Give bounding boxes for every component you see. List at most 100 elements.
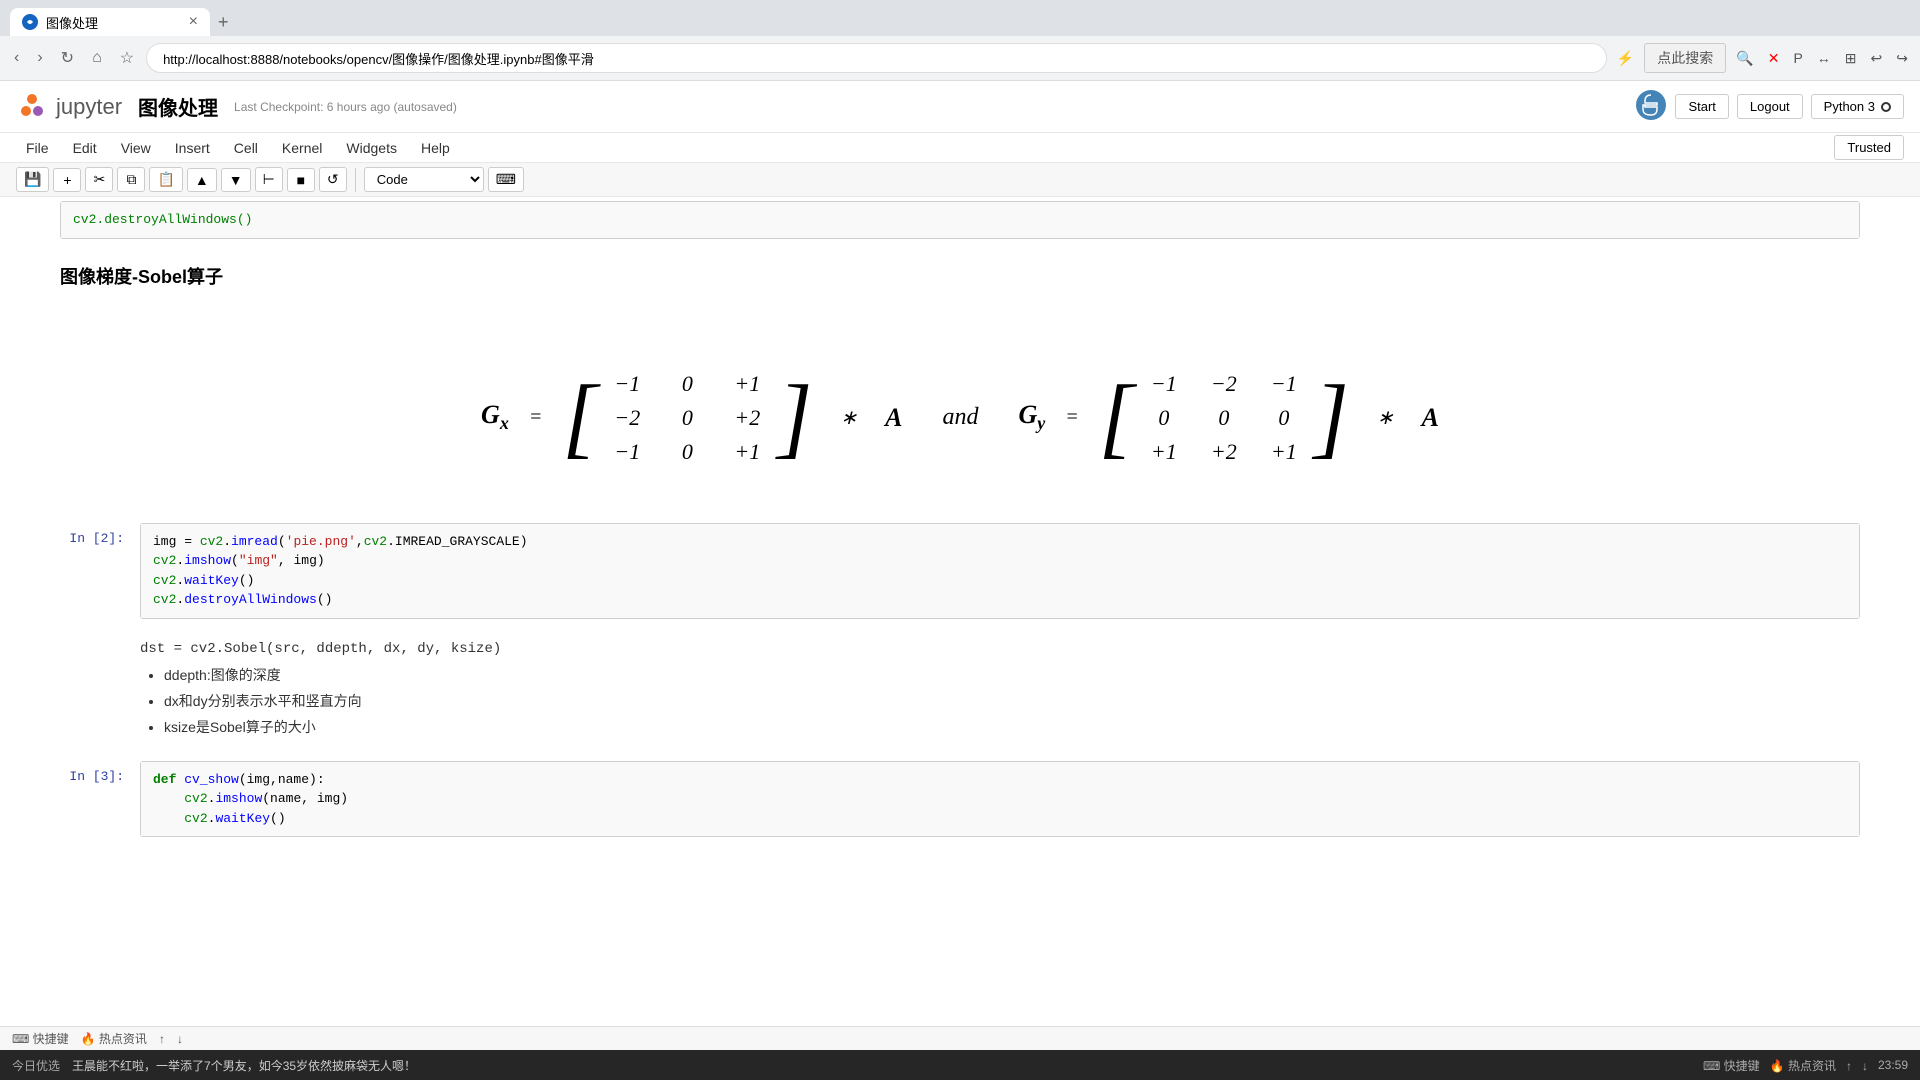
start-button[interactable]: Start <box>1675 94 1728 119</box>
menu-help[interactable]: Help <box>411 136 460 160</box>
pie-str: 'pie.png' <box>286 534 356 549</box>
down-arrow[interactable]: ↓ <box>177 1032 183 1046</box>
cut-btn[interactable]: ✂ <box>85 167 113 192</box>
times-1: ∗ <box>840 405 857 430</box>
sync-btn[interactable]: ↔ <box>1813 46 1835 70</box>
left-bracket-1: [ <box>562 382 597 454</box>
imshow-func: imshow <box>184 553 231 568</box>
logout-button[interactable]: Logout <box>1737 94 1803 119</box>
paren1: ( <box>278 534 286 549</box>
notif-right: ⌨ 快捷键 🔥 热点资讯 ↑ ↓ 23:59 <box>1703 1057 1908 1074</box>
gy-matrix-wrap: [ −1 −2 −1 0 0 0 +1 +2 +1 ] <box>1099 371 1349 465</box>
gy-21: +2 <box>1194 439 1254 465</box>
param-ddepth: ddepth:图像的深度 <box>164 665 1860 685</box>
cell2-body[interactable]: img = cv2.imread('pie.png',cv2.IMREAD_GR… <box>140 523 1860 619</box>
cell3-input[interactable]: def cv_show(img,name): cv2.imshow(name, … <box>141 762 1859 837</box>
move-down-btn[interactable]: ▼ <box>221 168 251 192</box>
menu-cell[interactable]: Cell <box>224 136 268 160</box>
status-text: ⌨ 快捷键 <box>12 1030 69 1047</box>
equals-1: = <box>529 406 543 429</box>
code-cell-3: In [3]: def cv_show(img,name): cv2.imsho… <box>0 761 1920 838</box>
address-bar[interactable]: http://localhost:8888/notebooks/opencv/图… <box>146 43 1607 73</box>
menu-view[interactable]: View <box>111 136 161 160</box>
right-bracket-2: ] <box>1314 382 1349 454</box>
param-dxdy: dx和dy分别表示水平和竖直方向 <box>164 691 1860 711</box>
forward-hist-btn[interactable]: ↪ <box>1892 46 1912 71</box>
cell2-input[interactable]: img = cv2.imread('pie.png',cv2.IMREAD_GR… <box>141 524 1859 618</box>
cell2-prompt: In [2]: <box>60 523 140 546</box>
save-btn[interactable]: 💾 <box>16 167 49 192</box>
gy-12: 0 <box>1254 405 1314 431</box>
toolbar-separator <box>355 168 356 192</box>
tab-close-btn[interactable]: × <box>189 13 198 31</box>
trusted-button[interactable]: Trusted <box>1834 135 1904 160</box>
menu-widgets[interactable]: Widgets <box>336 136 407 160</box>
python-logo-icon <box>1635 89 1667 121</box>
notebook-title[interactable]: 图像处理 <box>138 92 218 121</box>
forward-button[interactable]: › <box>31 45 48 71</box>
waitkey2-func: waitKey <box>215 811 270 826</box>
cv2-3: cv2 <box>153 553 176 568</box>
cv2-5: cv2 <box>153 592 176 607</box>
prev-code-text: cv2.destroyAllWindows() <box>73 212 252 227</box>
jupyter-logo-icon <box>16 91 48 123</box>
jupyter-status-bar: ⌨ 快捷键 🔥 热点资讯 ↑ ↓ <box>0 1026 1920 1050</box>
back-button[interactable]: ‹ <box>8 45 25 71</box>
hotspot-text: 🔥 热点资讯 <box>81 1030 147 1047</box>
stop-btn[interactable]: ■ <box>287 168 315 192</box>
right-bracket-1: ] <box>777 382 812 454</box>
reload-button[interactable]: ↻ <box>55 44 80 72</box>
notif-today: 今日优选 <box>12 1057 60 1074</box>
menu-file[interactable]: File <box>16 136 59 160</box>
paste-btn[interactable]: 📋 <box>149 167 182 192</box>
code-cell-2: In [2]: img = cv2.imread('pie.png',cv2.I… <box>0 523 1920 619</box>
home-button[interactable]: ⌂ <box>86 45 108 71</box>
cell3-line2: cv2.imshow(name, img) <box>153 789 1847 809</box>
tab-favicon <box>22 14 38 30</box>
param-ksize: ksize是Sobel算子的大小 <box>164 717 1860 737</box>
dot1: . <box>223 534 231 549</box>
add-cell-btn[interactable]: + <box>53 168 81 192</box>
menu-kernel[interactable]: Kernel <box>272 136 332 160</box>
gx-12: +2 <box>717 405 777 431</box>
gy-01: −2 <box>1194 371 1254 397</box>
step-btn[interactable]: ⊢ <box>255 167 283 192</box>
gy-00: −1 <box>1134 371 1194 397</box>
restart-btn[interactable]: ↺ <box>319 167 347 192</box>
gx-02: +1 <box>717 371 777 397</box>
cell3-line3: cv2.waitKey() <box>153 809 1847 829</box>
profile-btn[interactable]: P <box>1789 46 1806 70</box>
section-title: 图像梯度-Sobel算子 <box>60 263 1860 289</box>
menu-insert[interactable]: Insert <box>165 136 220 160</box>
zoom-btn[interactable]: 🔍 <box>1732 46 1757 71</box>
active-tab[interactable]: 图像处理 × <box>10 8 210 36</box>
keyboard-shortcuts-btn[interactable]: ⌨ <box>488 167 524 192</box>
new-tab-button[interactable]: + <box>210 12 237 33</box>
move-up-btn[interactable]: ▲ <box>187 168 217 192</box>
cell3-params: (img,name): <box>239 772 325 787</box>
copy-btn[interactable]: ⧉ <box>117 167 145 192</box>
gy-matrix: −1 −2 −1 0 0 0 +1 +2 +1 <box>1134 371 1314 465</box>
comma1: , <box>356 534 364 549</box>
tab-title: 图像处理 <box>46 13 98 32</box>
prev-cell-code: cv2.destroyAllWindows() <box>61 202 1859 238</box>
gx-matrix: −1 0 +1 −2 0 +2 −1 0 +1 <box>597 371 777 465</box>
cell3-body[interactable]: def cv_show(img,name): cv2.imshow(name, … <box>140 761 1860 838</box>
search-btn[interactable]: 点此搜索 <box>1644 43 1726 73</box>
cell-type-select[interactable]: Code Markdown Raw NBConvert Heading <box>364 167 484 192</box>
cell3-line1: def cv_show(img,name): <box>153 770 1847 790</box>
gy-02: −1 <box>1254 371 1314 397</box>
param-list: ddepth:图像的深度 dx和dy分别表示水平和竖直方向 ksize是Sobe… <box>140 665 1860 737</box>
markdown-section: 图像梯度-Sobel算子 <box>0 247 1920 321</box>
history-btn[interactable]: ↩ <box>1867 46 1887 71</box>
toolbar: 💾 + ✂ ⧉ 📋 ▲ ▼ ⊢ ■ ↺ Code Markdown Raw NB… <box>0 163 1920 197</box>
close-btn[interactable]: ✕ <box>1764 46 1784 71</box>
extensions-btn[interactable]: ⚡ <box>1613 46 1638 71</box>
gy-label: Gy <box>1019 400 1046 434</box>
cv2-4: cv2 <box>153 573 176 588</box>
kernel-badge: Python 3 <box>1811 94 1904 119</box>
apps-btn[interactable]: ⊞ <box>1841 46 1861 71</box>
bookmark-button[interactable]: ☆ <box>114 44 140 72</box>
up-arrow[interactable]: ↑ <box>159 1032 165 1046</box>
menu-edit[interactable]: Edit <box>63 136 107 160</box>
